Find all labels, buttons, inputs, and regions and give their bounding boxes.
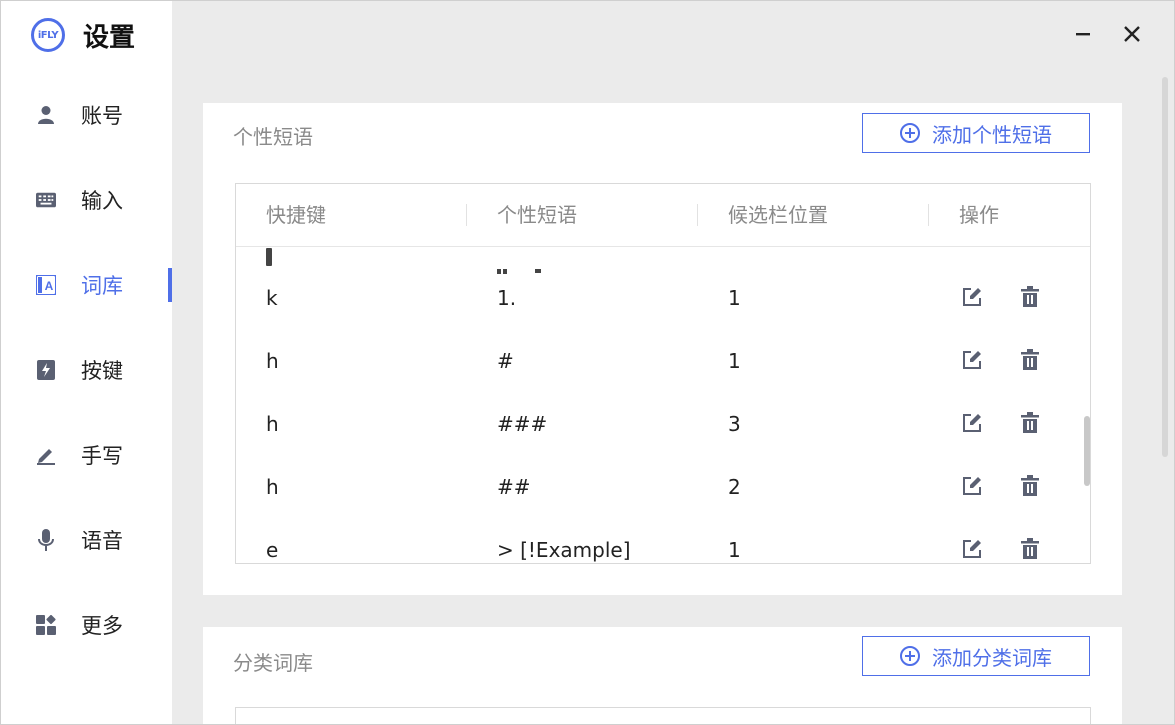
edit-icon [963,414,981,432]
table-row[interactable]: e > [!Example] 1 [236,519,1090,563]
table-header: 快捷键 个性短语 候选栏位置 操作 [236,184,1090,247]
add-category-button[interactable]: 添加分类词库 [862,636,1090,676]
table-row[interactable]: h ## 2 [236,456,1090,519]
page-scrollbar[interactable] [1162,77,1168,457]
trash-icon [1021,286,1039,307]
phrases-card: 个性短语 添加个性短语 快捷键 个性短语 候选栏位置 操作 k 1. 1 h #… [203,103,1122,595]
keyboard-icon [36,190,56,210]
sidebar-item-label: 账号 [81,104,123,128]
row-phrase: > [!Example] [497,538,631,562]
row-shortcut: h [266,475,279,499]
column-divider [697,204,698,226]
sidebar-item-input[interactable]: 输入 [1,180,172,220]
add-category-label: 添加分类词库 [932,645,1052,670]
row-phrase: 1. [497,286,517,310]
sidebar-item-account[interactable]: 账号 [1,95,172,135]
pen-icon [36,445,56,465]
sidebar-item-label: 手写 [81,444,123,468]
app-title: 设置 [83,22,136,53]
sidebar-item-label: 语音 [81,529,123,553]
trash-icon [1021,412,1039,433]
sidebar-item-label: 词库 [81,274,123,298]
row-shortcut: h [266,412,279,436]
plus-circle-icon [900,646,920,666]
row-shortcut: e [266,538,279,562]
column-header-position: 候选栏位置 [728,203,828,227]
row-phrase: # [497,349,514,373]
column-header-shortcut: 快捷键 [266,203,326,227]
trash-icon [1021,349,1039,370]
edit-icon [963,351,981,369]
settings-window: iFLY 设置 账号 输入 A 词库 按键 手写 语音 更多 个性短语 添加个性… [0,0,1175,725]
close-button[interactable] [1121,23,1143,45]
sidebar-item-voice[interactable]: 语音 [1,520,172,560]
plus-circle-icon [900,123,920,143]
row-position: 1 [728,538,741,562]
minimize-button[interactable] [1072,23,1094,45]
sidebar-item-more[interactable]: 更多 [1,605,172,645]
key-icon [36,360,56,380]
phrases-title: 个性短语 [233,125,313,149]
row-shortcut: h [266,349,279,373]
table-scrollbar[interactable] [1084,416,1090,486]
row-position: 1 [728,349,741,373]
row-position: 1 [728,286,741,310]
edit-button[interactable] [960,474,984,498]
categories-title: 分类词库 [233,651,313,675]
edit-button[interactable] [960,348,984,372]
ifly-logo: iFLY [31,18,65,52]
sidebar-item-keys[interactable]: 按键 [1,350,172,390]
delete-button[interactable] [1018,537,1042,561]
clipped-text-fragment [266,248,272,266]
row-phrase: ## [497,475,531,499]
main-panel: 个性短语 添加个性短语 快捷键 个性短语 候选栏位置 操作 k 1. 1 h #… [172,1,1174,724]
edit-icon [963,477,981,495]
edit-button[interactable] [960,411,984,435]
categories-table [235,707,1091,724]
edit-button[interactable] [960,537,984,561]
column-header-actions: 操作 [959,203,999,227]
sidebar-item-dictionary[interactable]: A 词库 [1,265,172,305]
microphone-icon [36,529,56,551]
row-phrase: ### [497,412,548,436]
phrases-table: 快捷键 个性短语 候选栏位置 操作 k 1. 1 h # 1 h ### 3 h… [235,183,1091,564]
delete-button[interactable] [1018,474,1042,498]
table-row[interactable]: h # 1 [236,330,1090,393]
trash-icon [1021,475,1039,496]
sidebar-item-label: 更多 [81,614,123,638]
minimize-icon [1076,33,1090,36]
column-header-phrase: 个性短语 [497,203,577,227]
edit-icon [963,288,981,306]
edit-button[interactable] [960,285,984,309]
close-icon [1124,26,1140,42]
add-phrase-button[interactable]: 添加个性短语 [862,113,1090,153]
table-row[interactable]: k 1. 1 [236,267,1090,330]
sidebar-item-label: 按键 [81,359,123,383]
sidebar-item-label: 输入 [81,189,123,213]
dictionary-icon: A [36,275,56,295]
column-divider [928,204,929,226]
column-divider [466,204,467,226]
table-row[interactable]: h ### 3 [236,393,1090,456]
delete-button[interactable] [1018,348,1042,372]
trash-icon [1021,538,1039,559]
row-position: 2 [728,475,741,499]
clipped-text-fragment [497,259,547,274]
row-position: 3 [728,412,741,436]
delete-button[interactable] [1018,411,1042,435]
edit-icon [963,540,981,558]
more-grid-icon [36,615,56,635]
add-phrase-label: 添加个性短语 [932,122,1052,147]
sidebar: iFLY 设置 账号 输入 A 词库 按键 手写 语音 更多 [1,1,172,724]
categories-card: 分类词库 添加分类词库 [203,627,1122,724]
sidebar-item-handwriting[interactable]: 手写 [1,435,172,475]
row-shortcut: k [266,286,278,310]
svg-text:A: A [45,279,54,293]
delete-button[interactable] [1018,285,1042,309]
user-icon [36,105,56,125]
app-header: iFLY 设置 [31,15,135,55]
